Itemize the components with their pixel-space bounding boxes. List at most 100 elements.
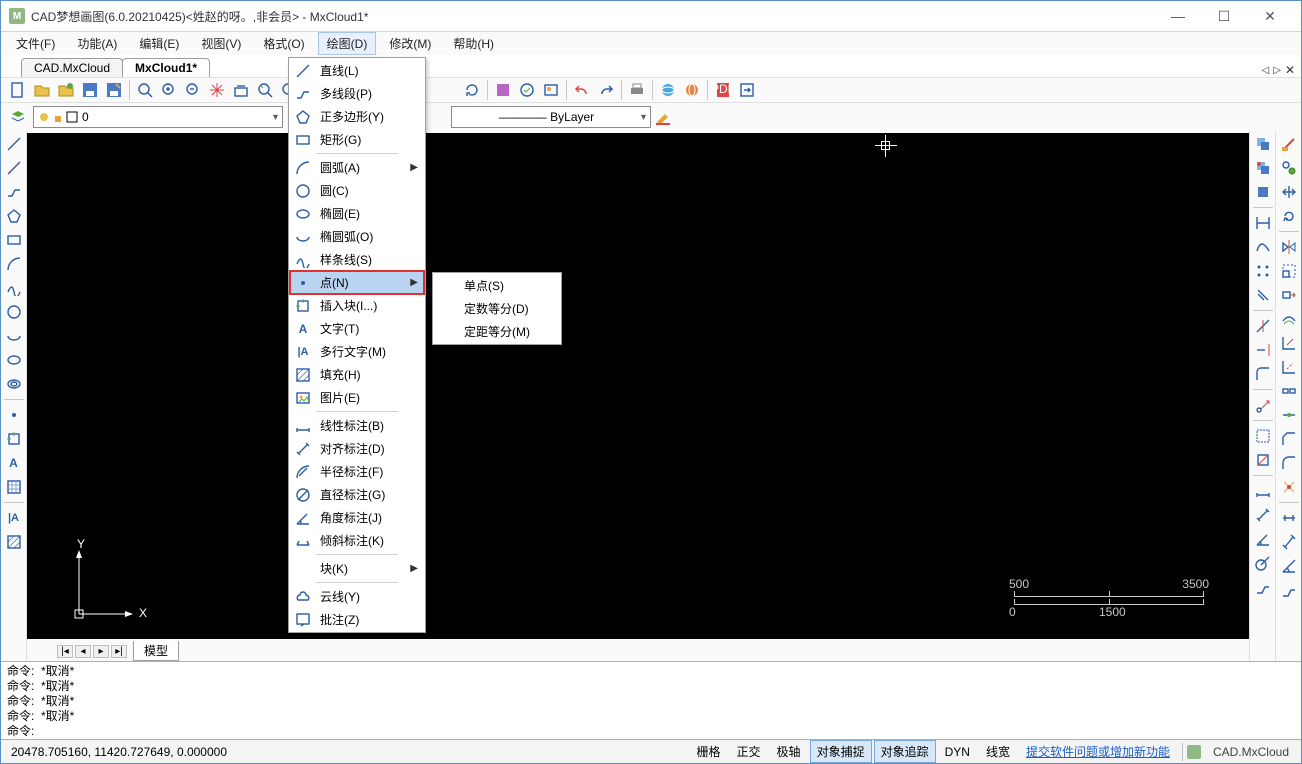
menu-item-circle[interactable]: 圆(C) — [290, 179, 424, 202]
menu-item-polygon[interactable]: 正多边形(Y) — [290, 105, 424, 128]
menu-item-ellipsearc[interactable]: 椭圆弧(O) — [290, 225, 424, 248]
text-tool-icon[interactable]: A — [3, 452, 25, 474]
menu-item-spline[interactable]: 样条线(S) — [290, 248, 424, 271]
dim-v-icon[interactable] — [1278, 531, 1300, 553]
status-osnap[interactable]: 对象捕捉 — [810, 740, 872, 763]
menu-item-note[interactable]: 批注(Z) — [290, 608, 424, 631]
layout-first-icon[interactable]: |◂ — [57, 645, 73, 658]
menu-draw[interactable]: 绘图(D) — [318, 32, 377, 55]
layout-model-tab[interactable]: 模型 — [133, 641, 179, 661]
linetype-dropdown[interactable]: ———— ByLayer ▾ — [451, 106, 651, 128]
layer-manager-icon[interactable] — [7, 106, 29, 128]
menu-item-image[interactable]: 图片(E) — [290, 386, 424, 409]
menu-function[interactable]: 功能(A) — [68, 32, 126, 55]
dim-angular-icon[interactable] — [1252, 528, 1274, 550]
save-icon[interactable] — [79, 79, 101, 101]
save-as-icon[interactable] — [103, 79, 125, 101]
zoom-in-icon[interactable] — [158, 79, 180, 101]
menu-item-text[interactable]: A文字(T) — [290, 317, 424, 340]
globe-icon[interactable] — [657, 79, 679, 101]
copy-icon[interactable] — [1252, 133, 1274, 155]
tab-close-button[interactable]: ✕ — [1285, 63, 1295, 77]
status-ortho[interactable]: 正交 — [730, 740, 768, 763]
command-window[interactable]: 命令: *取消* 命令: *取消* 命令: *取消* 命令: *取消* 命令: — [1, 661, 1301, 739]
arc-tool-icon[interactable] — [3, 253, 25, 275]
drawing-canvas[interactable]: Y X 5003500 01500 — [27, 133, 1249, 639]
regen-icon[interactable] — [461, 79, 483, 101]
dim-leader-icon[interactable] — [1278, 579, 1300, 601]
menu-help[interactable]: 帮助(H) — [444, 32, 503, 55]
rect-tool-icon[interactable] — [3, 229, 25, 251]
undo-icon[interactable] — [571, 79, 593, 101]
spline-tool-icon[interactable] — [3, 277, 25, 299]
dim-h-icon[interactable] — [1278, 507, 1300, 529]
menu-item-dim-linear[interactable]: 线性标注(B) — [290, 414, 424, 437]
erase-icon[interactable] — [1278, 133, 1300, 155]
status-grid[interactable]: 栅格 — [690, 740, 728, 763]
redo-icon[interactable] — [595, 79, 617, 101]
zoom-extents-icon[interactable] — [230, 79, 252, 101]
submenu-item-measure[interactable]: 定距等分(M) — [434, 320, 560, 343]
point-tool-icon[interactable] — [3, 404, 25, 426]
status-dyn[interactable]: DYN — [938, 742, 977, 762]
fillet2-icon[interactable] — [1278, 452, 1300, 474]
menu-item-dim-aligned[interactable]: 对齐标注(D) — [290, 437, 424, 460]
stretch-icon[interactable] — [1278, 284, 1300, 306]
trim-icon[interactable] — [1252, 315, 1274, 337]
dim-linear-icon[interactable] — [1252, 480, 1274, 502]
xline-tool-icon[interactable] — [3, 157, 25, 179]
move-icon[interactable] — [1252, 394, 1274, 416]
copy-obj-icon[interactable] — [1278, 157, 1300, 179]
zoom-window-icon[interactable] — [134, 79, 156, 101]
submenu-item-single-point[interactable]: 单点(S) — [434, 274, 560, 297]
open-file-icon[interactable] — [31, 79, 53, 101]
print-icon[interactable] — [626, 79, 648, 101]
insert-block-tool-icon[interactable] — [3, 428, 25, 450]
mirror-icon[interactable] — [1252, 236, 1274, 258]
dim-ang2-icon[interactable] — [1278, 555, 1300, 577]
extend2-icon[interactable] — [1278, 356, 1300, 378]
break-icon[interactable] — [1278, 380, 1300, 402]
menu-item-rect[interactable]: 矩形(G) — [290, 128, 424, 151]
ellipse-arc-tool-icon[interactable] — [3, 325, 25, 347]
rect-sel-icon[interactable] — [1252, 425, 1274, 447]
layout-next-icon[interactable]: ▸ — [93, 645, 109, 658]
extend-icon[interactable] — [1252, 339, 1274, 361]
pdf-icon[interactable]: PDF — [712, 79, 734, 101]
menu-item-dim-diameter[interactable]: 直径标注(G) — [290, 483, 424, 506]
donut-tool-icon[interactable] — [3, 373, 25, 395]
dim-diameter-icon[interactable] — [1252, 576, 1274, 598]
dim-radius-icon[interactable] — [1252, 552, 1274, 574]
paste-icon[interactable] — [1252, 157, 1274, 179]
submenu-item-divide[interactable]: 定数等分(D) — [434, 297, 560, 320]
menu-modify[interactable]: 修改(M) — [380, 32, 440, 55]
doc-tab-1[interactable]: CAD.MxCloud — [21, 58, 123, 77]
offset2-icon[interactable] — [1278, 308, 1300, 330]
menu-file[interactable]: 文件(F) — [7, 32, 64, 55]
tab-scroll-left-icon[interactable]: ◁ — [1262, 65, 1270, 76]
menu-item-line[interactable]: 直线(L) — [290, 59, 424, 82]
export-icon[interactable] — [736, 79, 758, 101]
dim-aligned-icon[interactable] — [1252, 504, 1274, 526]
tool-a-icon[interactable] — [492, 79, 514, 101]
hatch2-tool-icon[interactable] — [3, 531, 25, 553]
menu-item-point[interactable]: 点(N)▶ — [290, 271, 424, 294]
hatch-tool-icon[interactable] — [3, 476, 25, 498]
array-icon[interactable] — [1252, 260, 1274, 282]
status-lweight[interactable]: 线宽 — [979, 740, 1017, 763]
tool-c-icon[interactable] — [540, 79, 562, 101]
menu-item-arc[interactable]: 圆弧(A)▶ — [290, 156, 424, 179]
layout-prev-icon[interactable]: ◂ — [75, 645, 91, 658]
scale-icon[interactable] — [1278, 260, 1300, 282]
circle-tool-icon[interactable] — [3, 301, 25, 323]
status-otrack[interactable]: 对象追踪 — [874, 740, 936, 763]
menu-format[interactable]: 格式(O) — [254, 32, 313, 55]
layer-dropdown[interactable]: 0 ▾ — [33, 106, 283, 128]
join-icon[interactable] — [1278, 404, 1300, 426]
pan-icon[interactable] — [206, 79, 228, 101]
mirror2-icon[interactable] — [1278, 236, 1300, 258]
minimize-button[interactable]: — — [1155, 1, 1201, 31]
menu-item-dim-radius[interactable]: 半径标注(F) — [290, 460, 424, 483]
layout-last-icon[interactable]: ▸| — [111, 645, 127, 658]
dist-icon[interactable] — [1252, 212, 1274, 234]
